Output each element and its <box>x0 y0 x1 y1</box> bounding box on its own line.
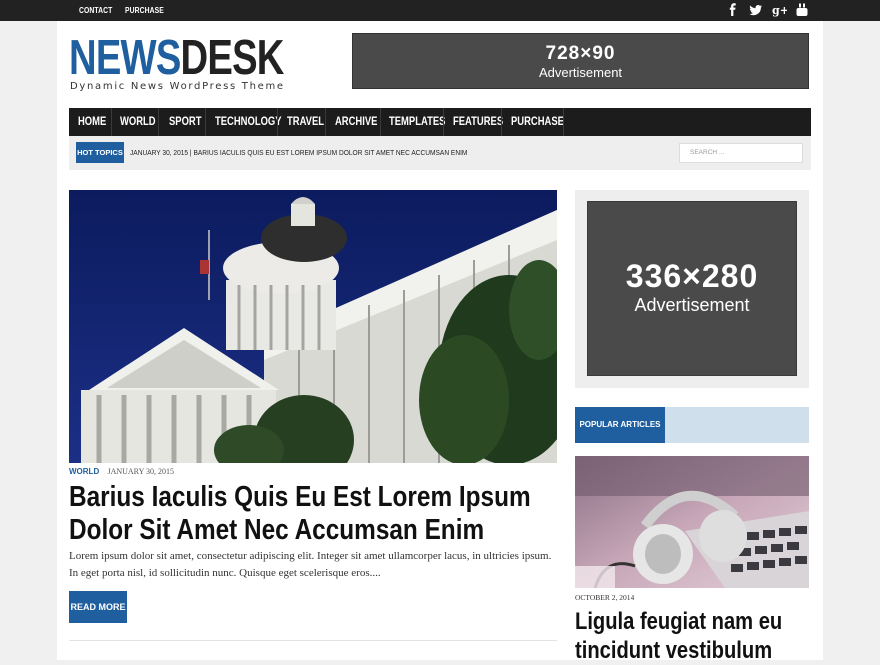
page-container: NEWSDESK Dynamic News WordPress Theme 72… <box>57 21 823 664</box>
contact-link[interactable]: CONTACT <box>79 0 112 21</box>
featured-excerpt: Lorem ipsum dolor sit amet, consectetur … <box>69 550 552 579</box>
content-divider <box>69 640 557 641</box>
nav-separator <box>277 108 278 136</box>
top-bar: CONTACT PURCHASE g+ <box>0 0 880 21</box>
popular-article-date: OCTOBER 2, 2014 <box>575 593 635 602</box>
featured-category[interactable]: WORLD <box>69 467 99 476</box>
search-input[interactable]: SEARCH ... <box>679 143 803 163</box>
nav-separator <box>380 108 381 136</box>
popular-article-title[interactable]: Ligula feugiat nam eu tincidunt vestibul… <box>575 607 810 665</box>
nav-sport[interactable]: SPORT <box>169 108 201 136</box>
site-tagline: Dynamic News WordPress Theme <box>70 81 285 92</box>
nav-technology[interactable]: TECHNOLOGY <box>215 108 282 136</box>
ad-label: Advertisement <box>538 65 623 80</box>
nav-separator <box>443 108 444 136</box>
sidebar-ad-size: 336×280 <box>625 258 759 294</box>
nav-archive[interactable]: ARCHIVE <box>335 108 377 136</box>
featured-headline[interactable]: Barius Iaculis Quis Eu Est Lorem Ipsum D… <box>69 481 539 547</box>
header-advertisement[interactable]: 728×90 Advertisement <box>352 33 809 89</box>
read-more-button[interactable]: READ MORE <box>69 591 127 623</box>
popular-articles-header: POPULAR ARTICLES <box>575 407 809 443</box>
featured-image[interactable] <box>69 190 557 463</box>
nav-separator <box>563 108 564 136</box>
sidebar-advertisement[interactable]: 336×280 Advertisement <box>587 201 797 376</box>
sidebar-ad-label: Advertisement <box>634 295 750 315</box>
purchase-link[interactable]: PURCHASE <box>125 0 164 21</box>
nav-travel[interactable]: TRAVEL <box>287 108 324 136</box>
nav-world[interactable]: WORLD <box>120 108 156 136</box>
main-navigation: HOME WORLD SPORT TECHNOLOGY TRAVEL ARCHI… <box>69 108 811 136</box>
nav-purchase[interactable]: PURCHASE <box>511 108 564 136</box>
twitter-icon[interactable] <box>748 2 764 18</box>
youtube-icon[interactable] <box>794 2 810 18</box>
nav-separator <box>325 108 326 136</box>
hot-topics-bar: HOT TOPICS JANUARY 30, 2015 | BARIUS IAC… <box>69 136 811 170</box>
site-logo[interactable]: NEWSDESK Dynamic News WordPress Theme <box>69 31 344 92</box>
nav-separator <box>205 108 206 136</box>
popular-articles-label: POPULAR ARTICLES <box>575 407 665 443</box>
svg-text:g+: g+ <box>772 4 787 17</box>
logo-desk-text: DESK <box>180 31 285 85</box>
nav-separator <box>501 108 502 136</box>
featured-meta: WORLD JANUARY 30, 2015 <box>69 467 174 476</box>
featured-date: JANUARY 30, 2015 <box>107 467 175 476</box>
headphones-laptop-image <box>575 456 809 588</box>
google-plus-icon[interactable]: g+ <box>771 2 787 18</box>
hot-topics-label: HOT TOPICS <box>76 142 124 163</box>
nav-templates[interactable]: TEMPLATES <box>389 108 445 136</box>
hot-topics-ticker[interactable]: JANUARY 30, 2015 | BARIUS IACULIS QUIS E… <box>130 142 467 163</box>
sidebar-ad-container: 336×280 Advertisement <box>575 190 809 388</box>
nav-separator <box>111 108 112 136</box>
logo-news-text: NEWS <box>69 31 181 85</box>
popular-article-image[interactable] <box>575 456 809 588</box>
nav-features[interactable]: FEATURES <box>453 108 503 136</box>
facebook-icon[interactable] <box>725 2 741 18</box>
capitol-building-image <box>69 190 557 463</box>
nav-separator <box>158 108 159 136</box>
nav-home[interactable]: HOME <box>78 108 106 136</box>
ad-size: 728×90 <box>545 43 616 64</box>
